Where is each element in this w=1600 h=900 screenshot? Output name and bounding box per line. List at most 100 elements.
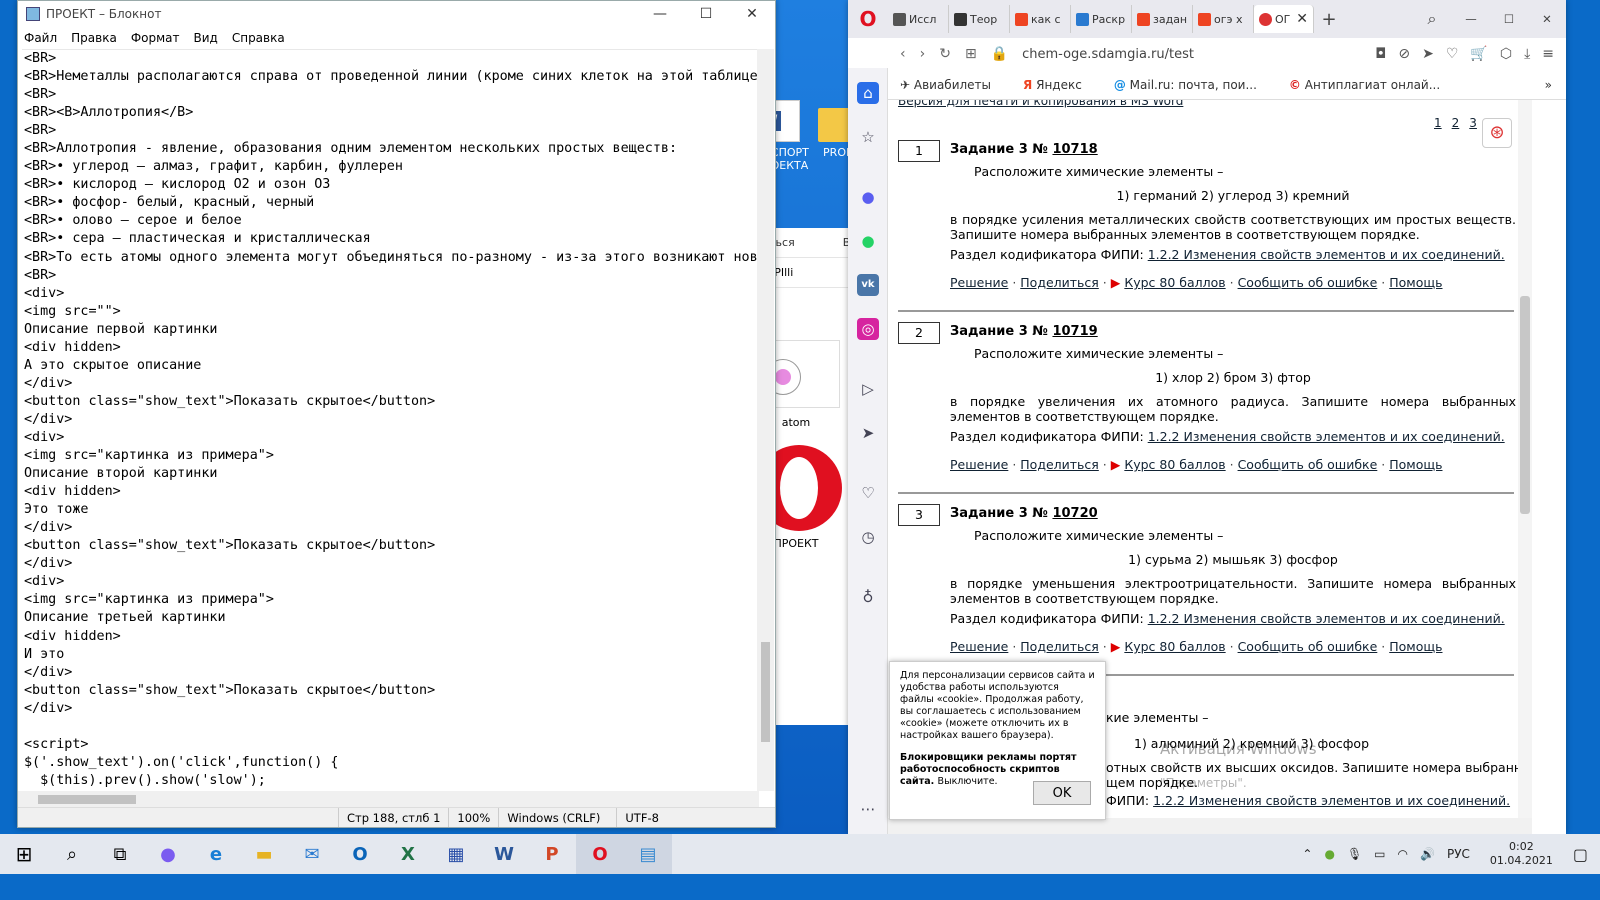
course-link[interactable]: Курс 80 баллов (1124, 275, 1225, 290)
home-icon[interactable]: ⌂ (857, 82, 879, 104)
help-link[interactable]: Помощь (1389, 275, 1442, 290)
text-editor-area[interactable]: <BR> <BR>Неметаллы располагаются справа … (22, 49, 759, 791)
wifi-icon[interactable]: ◠ (1398, 847, 1408, 861)
close-tab-icon[interactable]: ✕ (1296, 11, 1308, 27)
cube-icon[interactable]: ⬡ (1500, 46, 1512, 62)
menu-edit[interactable]: Правка (71, 31, 117, 45)
tab[interactable]: как с (1010, 5, 1071, 33)
start-button[interactable]: ⊞ (0, 834, 48, 874)
calendar-icon[interactable]: ▦ (432, 834, 480, 874)
instagram-icon[interactable]: ◎ (857, 318, 879, 340)
tab[interactable]: Теор (949, 5, 1010, 33)
camera-icon[interactable]: ◘ (1375, 46, 1386, 62)
maximize-icon[interactable]: ☐ (1490, 12, 1528, 26)
reload-icon[interactable]: ↻ (939, 46, 951, 62)
battery-icon[interactable]: ▭ (1374, 847, 1385, 861)
codifier-link[interactable]: 1.2.2 Изменения свойств элементов и их с… (1148, 429, 1505, 444)
report-link[interactable]: Сообщить об ошибке (1238, 639, 1378, 654)
forward-icon[interactable]: › (920, 46, 926, 62)
bookmarks-more-icon[interactable]: » (1545, 78, 1552, 92)
scrollbar-thumb[interactable] (38, 795, 136, 804)
vertical-scrollbar[interactable] (1518, 100, 1532, 820)
pinboard-icon[interactable]: ☆ (857, 126, 879, 148)
adblock-icon[interactable]: ⊘ (1398, 46, 1410, 62)
close-icon[interactable]: ✕ (1528, 12, 1566, 26)
new-tab-icon[interactable]: + (1314, 9, 1344, 30)
opera-icon[interactable]: O (576, 834, 624, 874)
speed-dial-icon[interactable]: ⊞ (965, 46, 977, 62)
ok-button[interactable]: OK (1033, 781, 1091, 805)
language-indicator[interactable]: РУС (1447, 847, 1470, 861)
tab[interactable]: Раскр (1071, 5, 1132, 33)
task-view-icon[interactable]: ⧉ (96, 834, 144, 874)
cortana-icon[interactable]: ● (144, 834, 192, 874)
menu-format[interactable]: Формат (131, 31, 180, 45)
send-icon[interactable]: ➤ (857, 422, 879, 444)
solution-link[interactable]: Решение (950, 275, 1008, 290)
share-link[interactable]: Поделиться (1020, 457, 1099, 472)
tab[interactable]: Иссл (888, 5, 949, 33)
codifier-link[interactable]: 1.2.2 Изменения свойств элементов и их с… (1148, 247, 1505, 262)
word-icon[interactable]: W (480, 834, 528, 874)
back-icon[interactable]: ‹ (900, 46, 906, 62)
vk-icon[interactable]: vk (857, 274, 879, 296)
lightbulb-icon[interactable]: ♁ (857, 586, 879, 608)
chevron-up-icon[interactable]: ⌃ (1302, 847, 1312, 861)
report-link[interactable]: Сообщить об ошибке (1238, 457, 1378, 472)
menu-file[interactable]: Файл (24, 31, 57, 45)
page-link[interactable]: 3 (1469, 116, 1477, 130)
bookmark-mailru[interactable]: @ Mail.ru: почта, пои... (1114, 78, 1273, 92)
help-link[interactable]: Помощь (1389, 457, 1442, 472)
report-link[interactable]: Сообщить об ошибке (1238, 275, 1378, 290)
menu-view[interactable]: Вид (194, 31, 218, 45)
more-icon[interactable]: ⋯ (857, 798, 879, 820)
minimize-icon[interactable]: — (1452, 12, 1490, 26)
print-version-link[interactable]: Версия для печати и копирования в MS Wor… (898, 100, 1183, 108)
file-explorer-icon[interactable]: ▬ (240, 834, 288, 874)
share-link[interactable]: Поделиться (1020, 275, 1099, 290)
history-icon[interactable]: ◷ (857, 526, 879, 548)
powerpoint-icon[interactable]: P (528, 834, 576, 874)
scrollbar-thumb[interactable] (1520, 296, 1530, 514)
microphone-icon[interactable]: 🎙 (1347, 847, 1362, 861)
mail-icon[interactable]: ✉ (288, 834, 336, 874)
menu-help[interactable]: Справка (232, 31, 285, 45)
scrollbar-thumb[interactable] (761, 642, 770, 742)
notifications-icon[interactable]: ▢ (1573, 845, 1588, 864)
task-id-link[interactable]: 10718 (1052, 142, 1097, 157)
horizontal-scrollbar[interactable] (888, 818, 1532, 834)
clock[interactable]: 0:02 01.04.2021 (1490, 840, 1553, 868)
task-id-link[interactable]: 10719 (1052, 324, 1097, 339)
page-link[interactable]: 2 (1452, 116, 1460, 130)
edge-icon[interactable]: e (192, 834, 240, 874)
help-link[interactable]: Помощь (1389, 639, 1442, 654)
notepad-titlebar[interactable]: ПРОЕКТ – Блокнот — ☐ ✕ (18, 1, 775, 27)
heart-icon[interactable]: ♡ (857, 482, 879, 504)
search-icon[interactable]: ⌕ (1412, 9, 1452, 29)
horizontal-scrollbar[interactable] (18, 791, 759, 808)
maximize-icon[interactable]: ☐ (683, 6, 729, 22)
codifier-link[interactable]: 1.2.2 Изменения свойств элементов и их с… (1148, 611, 1505, 626)
close-icon[interactable]: ✕ (729, 6, 775, 22)
whatsapp-icon[interactable]: ● (857, 230, 879, 252)
page-link[interactable]: 1 (1434, 116, 1442, 130)
notepad-icon[interactable]: ▤ (624, 834, 672, 874)
solution-link[interactable]: Решение (950, 457, 1008, 472)
task-id-link[interactable]: 10720 (1052, 506, 1097, 521)
tab[interactable]: задан (1132, 5, 1193, 33)
tab[interactable]: огэ х (1193, 5, 1254, 33)
send-icon[interactable]: ➤ (1422, 46, 1434, 62)
course-link[interactable]: Курс 80 баллов (1124, 639, 1225, 654)
codifier-link[interactable]: 1.2.2 Изменения свойств элементов и их с… (1153, 793, 1510, 808)
player-icon[interactable]: ▷ (857, 378, 879, 400)
share-link[interactable]: Поделиться (1020, 639, 1099, 654)
heart-icon[interactable]: ♡ (1446, 46, 1459, 62)
messenger-icon[interactable]: ● (857, 186, 879, 208)
vertical-scrollbar[interactable] (757, 49, 774, 791)
download-icon[interactable]: ⤓ (1524, 46, 1530, 62)
bookmark-yandex[interactable]: Я Яндекс (1023, 78, 1098, 92)
excel-icon[interactable]: X (384, 834, 432, 874)
minimize-icon[interactable]: — (637, 6, 683, 22)
menu-icon[interactable]: ≡ (1542, 46, 1554, 62)
bookmark-aviabilety[interactable]: ✈ Авиабилеты (900, 78, 1007, 92)
